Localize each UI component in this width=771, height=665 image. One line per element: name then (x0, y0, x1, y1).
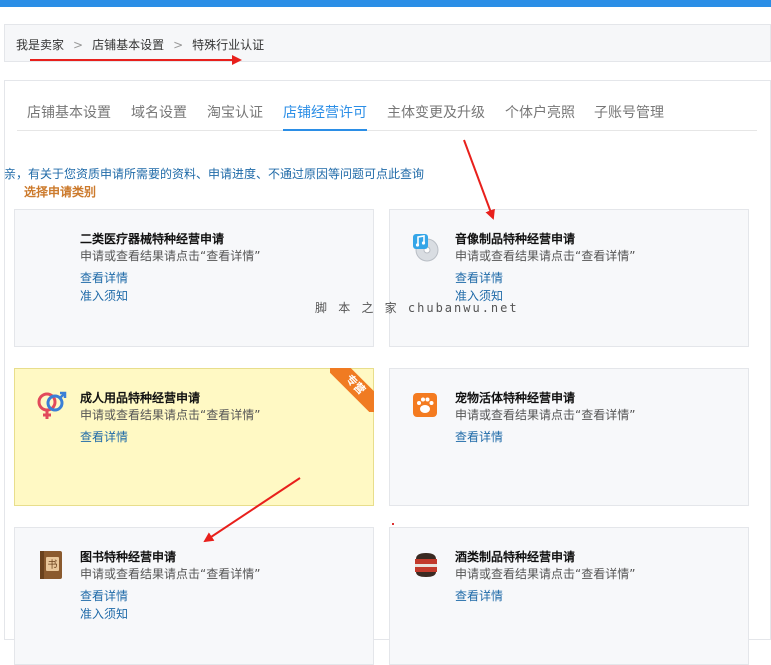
card-description: 申请或查看结果请点击“查看详情” (80, 408, 261, 422)
breadcrumb-item-seller[interactable]: 我是卖家 (16, 38, 64, 52)
access-notice-link[interactable]: 准入须知 (80, 287, 128, 304)
section-title: 选择申请类别 (24, 185, 97, 199)
card-live-pets: 宠物活体特种经营申请 申请或查看结果请点击“查看详情” 查看详情 (389, 368, 749, 506)
ribbon-label: 专营 (330, 368, 374, 412)
card-description: 申请或查看结果请点击“查看详情” (80, 249, 261, 263)
book-icon-label: 书 (48, 559, 58, 571)
card-title: 音像制品特种经营申请 (455, 232, 576, 246)
gender-symbols-icon (35, 390, 67, 422)
view-details-link[interactable]: 查看详情 (455, 269, 503, 286)
card-alcohol: 酒类制品特种经营申请 申请或查看结果请点击“查看详情” 查看详情 (389, 527, 749, 665)
access-notice-link[interactable]: 准入须知 (80, 605, 128, 622)
breadcrumb-item-special-cert: 特殊行业认证 (192, 38, 265, 52)
view-details-link[interactable]: 查看详情 (455, 587, 503, 604)
breadcrumb: 我是卖家 > 店铺基本设置 > 特殊行业认证 (16, 36, 264, 53)
card-audio-video: 音像制品特种经营申请 申请或查看结果请点击“查看详情” 查看详情 准入须知 (389, 209, 749, 347)
card-description: 申请或查看结果请点击“查看详情” (455, 249, 636, 263)
view-details-link[interactable]: 查看详情 (80, 269, 128, 286)
card-description: 申请或查看结果请点击“查看详情” (80, 567, 261, 581)
breadcrumb-separator: > (73, 38, 84, 52)
card-books: 书 图书特种经营申请 申请或查看结果请点击“查看详情” 查看详情 准入须知 (14, 527, 374, 665)
tab-individual-license[interactable]: 个体户亮照 (505, 104, 575, 129)
breadcrumb-item-shop-settings[interactable]: 店铺基本设置 (92, 38, 164, 52)
tab-taobao-certification[interactable]: 淘宝认证 (207, 104, 263, 129)
stray-dot (392, 523, 394, 525)
tab-shop-basic-settings[interactable]: 店铺基本设置 (27, 104, 111, 129)
breadcrumb-separator: > (173, 38, 184, 52)
tab-shop-business-license[interactable]: 店铺经营许可 (283, 104, 367, 131)
card-adult-products: 成人用品特种经营申请 申请或查看结果请点击“查看详情” 查看详情 专营 (14, 368, 374, 506)
qualification-notice-link[interactable]: 亲，有关于您资质申请所需要的资料、申请进度、不通过原因等问题可点此查询 (4, 165, 424, 182)
wine-barrel-icon (410, 549, 442, 581)
card-title: 成人用品特种经营申请 (80, 391, 201, 405)
exclusive-ribbon: 专营 (330, 368, 374, 412)
tab-bar: 店铺基本设置 域名设置 淘宝认证 店铺经营许可 主体变更及升级 个体户亮照 子账… (17, 98, 757, 131)
paw-icon (410, 390, 442, 422)
book-icon: 书 (35, 549, 67, 581)
card-title: 图书特种经营申请 (80, 550, 177, 564)
watermark: 脚 本 之 家 chubanwu.net (315, 301, 519, 315)
music-disc-icon (410, 231, 442, 263)
card-title: 酒类制品特种经营申请 (455, 550, 576, 564)
card-medical-device: 二类医疗器械特种经营申请 申请或查看结果请点击“查看详情” 查看详情 准入须知 (14, 209, 374, 347)
card-description: 申请或查看结果请点击“查看详情” (455, 408, 636, 422)
tab-sub-account-management[interactable]: 子账号管理 (594, 104, 664, 129)
card-title: 宠物活体特种经营申请 (455, 391, 576, 405)
card-title: 二类医疗器械特种经营申请 (80, 232, 225, 246)
view-details-link[interactable]: 查看详情 (80, 587, 128, 604)
card-description: 申请或查看结果请点击“查看详情” (455, 567, 636, 581)
top-accent-bar (0, 0, 771, 7)
tab-domain-settings[interactable]: 域名设置 (131, 104, 187, 129)
breadcrumb-bar: 我是卖家 > 店铺基本设置 > 特殊行业认证 (4, 24, 771, 62)
view-details-link[interactable]: 查看详情 (455, 428, 503, 445)
view-details-link[interactable]: 查看详情 (80, 428, 128, 445)
tab-entity-change-upgrade[interactable]: 主体变更及升级 (387, 104, 485, 129)
